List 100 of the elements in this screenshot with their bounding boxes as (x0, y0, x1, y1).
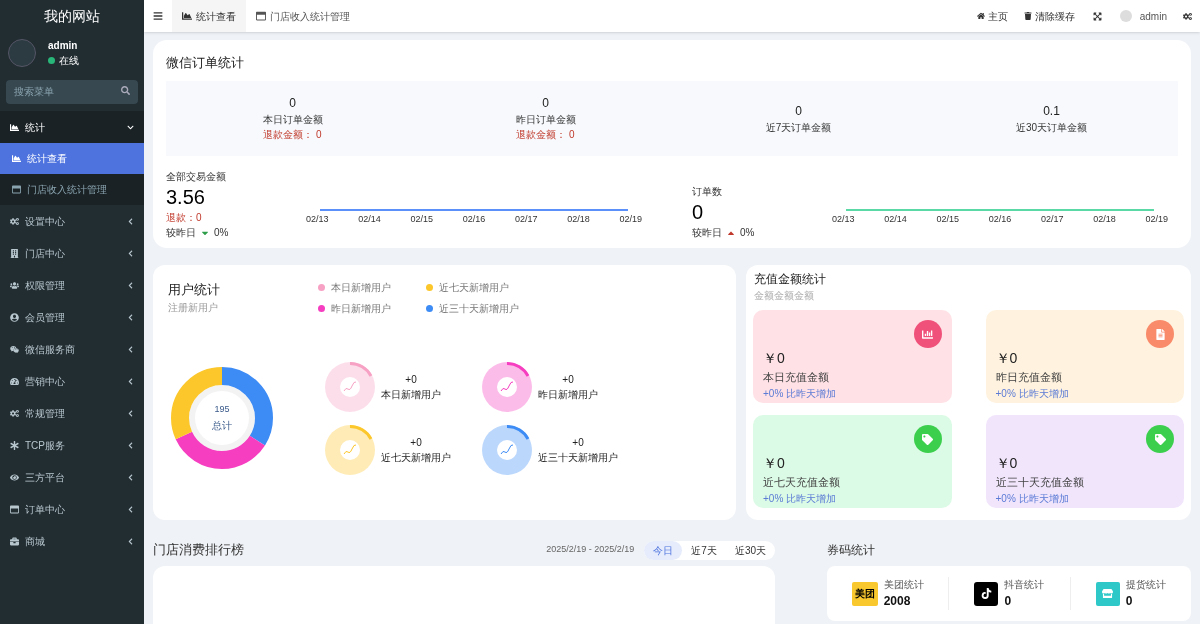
tile-label: 近七天充值金额 (763, 475, 841, 490)
axis-label: 02/17 (1040, 212, 1064, 226)
menu-item[interactable]: 门店中心 (0, 237, 144, 269)
menu-item[interactable]: 订单中心 (0, 493, 144, 525)
user-icon (10, 312, 19, 322)
legend-label: 本日新增用户 (331, 281, 391, 295)
settings-icon (1183, 11, 1192, 21)
ring-label: 近三十天新增用户 (538, 450, 618, 465)
axis-label: 02/16 (988, 212, 1012, 226)
menu-item[interactable]: 营销中心 (0, 365, 144, 397)
window-icon (256, 11, 266, 21)
bar-chart-icon (922, 328, 933, 340)
ring-value: +0 (572, 435, 584, 450)
header-link[interactable]: 主页 (968, 8, 1016, 24)
chevron-left-icon (127, 409, 134, 417)
home-icon (976, 12, 985, 20)
chevron-left-icon (127, 249, 134, 257)
tile-amount: ￥0 (995, 349, 1019, 368)
ring-label: 本日新增用户 (381, 387, 441, 402)
tile-label: 本日充值金额 (763, 370, 830, 385)
submenu-item[interactable]: 统计查看 (0, 143, 144, 174)
range-tab[interactable]: 近7天 (682, 540, 726, 560)
chevron-left-icon (127, 377, 134, 385)
menu-item[interactable]: TCP服务 (0, 429, 144, 461)
coupon-value: 2008 (883, 593, 912, 610)
compare-label: 较昨日 (166, 226, 196, 240)
site-title: 我的网站 (44, 6, 100, 26)
window-icon (12, 185, 21, 194)
refund-text: 退款金额： 0 (516, 128, 575, 142)
axis-label: 02/19 (1145, 212, 1168, 226)
search-field[interactable]: 搜索菜单 (6, 79, 138, 104)
axis-label: 02/15 (410, 212, 433, 226)
donut-total: 195 (214, 402, 230, 416)
stat-label: 本日订单金额 (262, 113, 323, 127)
tile-amount: ￥0 (995, 454, 1019, 473)
menu-item[interactable]: 权限管理 (0, 269, 144, 301)
tile-note: +0% 比昨天增加 (763, 386, 838, 401)
range-tab[interactable]: 今日 (644, 540, 683, 560)
coupon-label: 提货统计 (1125, 578, 1166, 592)
users-icon (10, 280, 19, 290)
menu-item[interactable]: 商城 (0, 525, 144, 557)
page-tab[interactable]: 门店收入统计管理 (246, 0, 360, 32)
legend-label: 近七天新增用户 (439, 281, 509, 295)
progress-ring (325, 361, 375, 412)
window-icon (10, 504, 19, 514)
eye-icon (10, 472, 19, 482)
chevron-left-icon (127, 441, 134, 449)
stat-value: 0.1 (1043, 102, 1060, 120)
compare-label: 较昨日 (692, 226, 722, 240)
building-icon (10, 248, 19, 258)
progress-ring (325, 424, 375, 475)
coupon-value: 0 (1125, 593, 1134, 610)
section-title: 券码统计 (827, 542, 875, 559)
chevron-left-icon (127, 281, 134, 289)
tile-note: +0% 比昨天增加 (995, 491, 1070, 506)
refund-text: 退款：0 (166, 211, 203, 225)
panel-label: 订单数 (692, 185, 723, 199)
progress-ring (482, 361, 532, 412)
tile-amount: ￥0 (763, 454, 786, 473)
music-note-icon (974, 581, 999, 606)
header-link[interactable]: 清除缓存 (1015, 8, 1083, 24)
submenu-item[interactable]: 门店收入统计管理 (0, 174, 144, 205)
menu-item[interactable]: 设置中心 (0, 205, 144, 237)
axis-label: 02/18 (1093, 212, 1116, 226)
card-subtitle: 注册新用户 (168, 300, 219, 315)
axis-label: 02/14 (884, 212, 907, 226)
header-user[interactable]: admin (1139, 8, 1167, 24)
change-value: 0% (214, 226, 229, 240)
chevron-left-icon (127, 345, 134, 353)
card-subtitle: 金额金额金额 (753, 289, 815, 303)
card-title: 微信订单统计 (166, 54, 245, 72)
axis-label: 02/18 (567, 212, 590, 226)
panel-value: 0 (692, 200, 705, 225)
coupon-label: 美团统计 (883, 578, 924, 592)
store-icon (1095, 581, 1120, 606)
menu-item[interactable]: 统计 (0, 111, 144, 143)
panel-label: 全部交易金额 (166, 170, 227, 184)
axis-label: 02/19 (619, 212, 642, 226)
stat-label: 昨日订单金额 (515, 113, 576, 127)
menu-item[interactable]: 常规管理 (0, 397, 144, 429)
brand-logo: 美团 (851, 581, 878, 606)
menu-item[interactable]: 会员管理 (0, 301, 144, 333)
range-tab[interactable]: 近30天 (725, 540, 775, 560)
menu-icon (153, 11, 163, 21)
chevron-left-icon (127, 537, 134, 545)
gears-icon (10, 408, 19, 418)
user-status: 在线 (59, 54, 79, 68)
page-tab[interactable]: 统计查看 (172, 0, 246, 32)
stat-value: 0 (795, 102, 802, 120)
asterisk-icon (10, 440, 19, 450)
stat-label: 近30天订单金额 (1015, 120, 1088, 135)
tile-note: +0% 比昨天增加 (763, 491, 838, 506)
user-name: admin (48, 39, 79, 53)
menu-item[interactable]: 微信服务商 (0, 333, 144, 365)
user-avatar (1119, 10, 1132, 22)
avatar (8, 39, 36, 67)
tile-label: 近三十天充值金额 (995, 475, 1085, 490)
change-value: 0% (740, 226, 755, 240)
menu-item[interactable]: 三方平台 (0, 461, 144, 493)
gears-icon (10, 216, 19, 226)
